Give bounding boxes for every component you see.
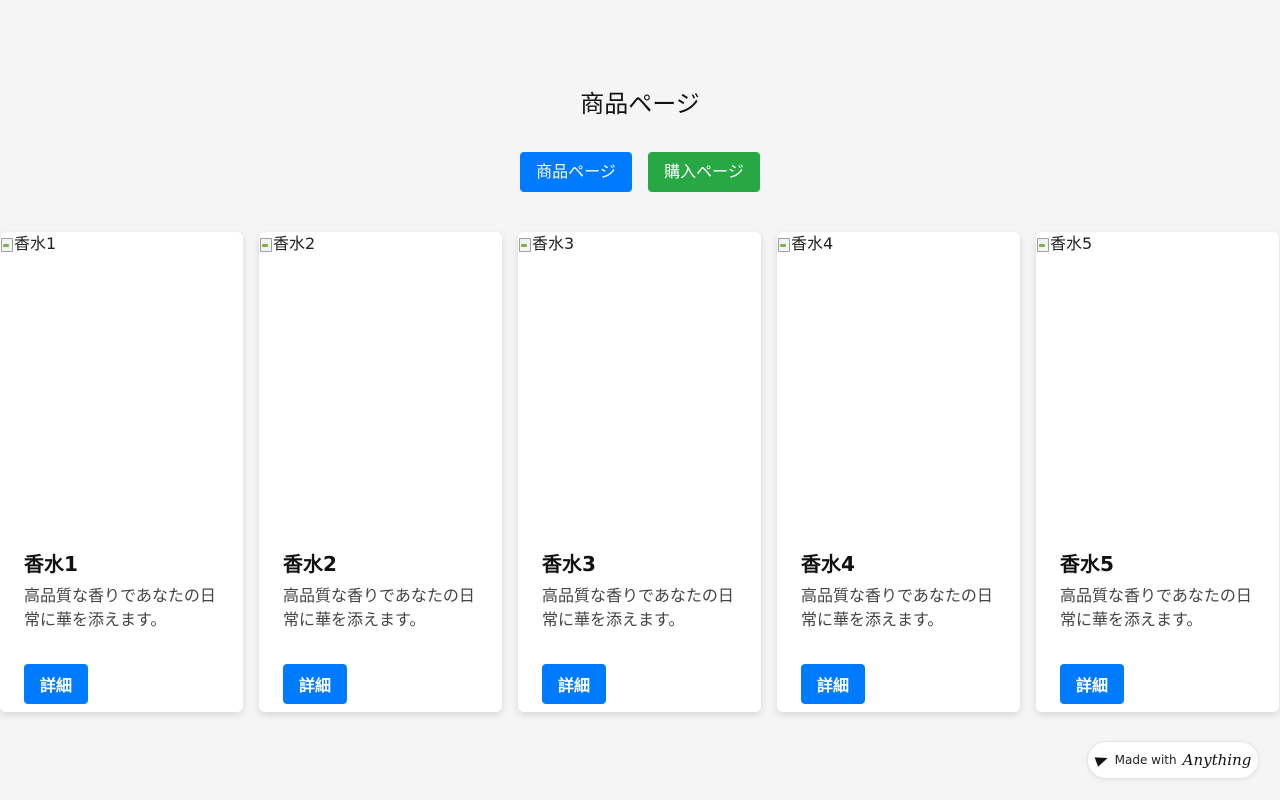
product-name: 香水2: [283, 552, 337, 576]
detail-button[interactable]: 詳細: [283, 664, 347, 704]
broken-image: 香水2: [259, 233, 315, 255]
image-alt-text: 香水4: [791, 234, 834, 253]
product-grid: 香水1 香水1 高品質な香りであなたの日常に華を添えます。 詳細 香水2 香水2…: [0, 232, 1280, 712]
product-description: 高品質な香りであなたの日常に華を添えます。: [542, 586, 734, 629]
image-alt-text: 香水1: [14, 234, 57, 253]
product-image: 香水1: [0, 232, 243, 532]
product-image: 香水3: [518, 232, 761, 532]
detail-button[interactable]: 詳細: [1060, 664, 1124, 704]
product-description: 高品質な香りであなたの日常に華を添えます。: [1060, 586, 1252, 629]
broken-image: 香水4: [777, 233, 833, 255]
page-title: 商品ページ: [580, 90, 700, 118]
product-card: 香水2 香水2 高品質な香りであなたの日常に華を添えます。 詳細: [259, 232, 502, 712]
product-name: 香水4: [801, 552, 855, 576]
product-description: 高品質な香りであなたの日常に華を添えます。: [801, 586, 993, 629]
broken-image-icon: [259, 236, 273, 252]
product-card: 香水3 香水3 高品質な香りであなたの日常に華を添えます。 詳細: [518, 232, 761, 712]
image-alt-text: 香水5: [1050, 234, 1093, 253]
image-alt-text: 香水2: [273, 234, 316, 253]
detail-button[interactable]: 詳細: [24, 664, 88, 704]
broken-image: 香水5: [1036, 233, 1092, 255]
product-name: 香水1: [24, 552, 78, 576]
made-with-badge[interactable]: Made with Anything: [1087, 741, 1259, 779]
broken-image-icon: [777, 236, 791, 252]
product-image: 香水4: [777, 232, 1020, 532]
page: 商品ページ 商品ページ 購入ページ 香水1 香水1 高品質な香りであなたの日常に…: [0, 0, 1280, 800]
made-with-text: Made with: [1114, 753, 1177, 767]
broken-image-icon: [0, 236, 14, 252]
product-name: 香水3: [542, 552, 596, 576]
product-card: 香水5 香水5 高品質な香りであなたの日常に華を添えます。 詳細: [1036, 232, 1279, 712]
broken-image: 香水3: [518, 233, 574, 255]
broken-image-icon: [518, 236, 532, 252]
product-description: 高品質な香りであなたの日常に華を添えます。: [283, 586, 475, 629]
image-alt-text: 香水3: [532, 234, 575, 253]
detail-button[interactable]: 詳細: [801, 664, 865, 704]
anything-logo-icon: [1095, 753, 1109, 767]
products-page-button[interactable]: 商品ページ: [520, 152, 632, 192]
broken-image: 香水1: [0, 233, 56, 255]
product-name: 香水5: [1060, 552, 1114, 576]
product-card: 香水1 香水1 高品質な香りであなたの日常に華を添えます。 詳細: [0, 232, 243, 712]
detail-button[interactable]: 詳細: [542, 664, 606, 704]
brand-name: Anything: [1182, 751, 1252, 769]
product-image: 香水5: [1036, 232, 1279, 532]
purchase-page-button[interactable]: 購入ページ: [648, 152, 760, 192]
product-image: 香水2: [259, 232, 502, 532]
broken-image-icon: [1036, 236, 1050, 252]
product-description: 高品質な香りであなたの日常に華を添えます。: [24, 586, 216, 629]
product-card: 香水4 香水4 高品質な香りであなたの日常に華を添えます。 詳細: [777, 232, 1020, 712]
nav-bar: 商品ページ 購入ページ: [0, 152, 1280, 192]
